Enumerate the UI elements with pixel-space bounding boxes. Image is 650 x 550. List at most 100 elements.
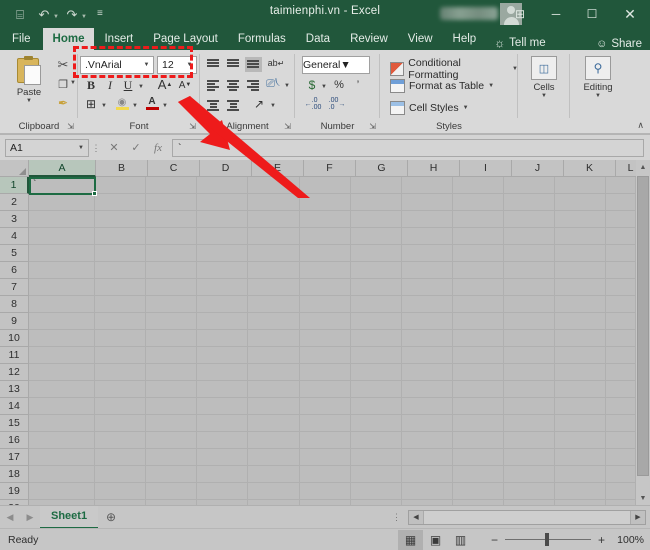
cell-J6[interactable] [504,262,556,279]
cell-H13[interactable] [401,381,453,398]
cell-A12[interactable] [29,364,95,381]
column-header-a[interactable]: A [29,160,96,177]
cell-K16[interactable] [555,432,607,449]
currency-button[interactable]: $ [305,77,319,93]
cell-I7[interactable] [452,279,505,296]
cell-A4[interactable] [29,228,95,245]
cell-C8[interactable] [146,296,198,313]
cells-button[interactable]: ◫ Cells ▼ [522,54,566,99]
customize-qat-icon[interactable]: ≡ [89,4,111,24]
cell-E8[interactable] [248,296,300,313]
cell-C4[interactable] [146,228,198,245]
decrease-decimal-button[interactable]: .00.0 → [327,96,347,112]
cell-K5[interactable] [555,245,607,262]
cell-B12[interactable] [94,364,147,381]
cell-H8[interactable] [401,296,453,313]
select-all-corner[interactable] [0,160,29,177]
cell-E14[interactable] [248,398,300,415]
number-format-combobox[interactable]: General ▼ [302,56,370,74]
cell-D18[interactable] [197,466,249,483]
cell-K10[interactable] [555,330,607,347]
cell-H1[interactable] [401,177,453,194]
cell-K13[interactable] [555,381,607,398]
cell-C2[interactable] [146,194,198,211]
cell-L14[interactable] [606,398,636,415]
column-header-b[interactable]: B [96,160,148,177]
cell-C6[interactable] [146,262,198,279]
row-header-1[interactable]: 1 [0,177,29,194]
zoom-slider[interactable] [505,533,591,546]
row-header-10[interactable]: 10 [0,330,29,347]
cell-E10[interactable] [248,330,300,347]
cell-F14[interactable] [299,398,351,415]
cell-G17[interactable] [350,449,402,466]
cell-L18[interactable] [606,466,636,483]
cell-C17[interactable] [146,449,198,466]
cell-K14[interactable] [555,398,607,415]
cell-H18[interactable] [401,466,453,483]
cell-A8[interactable] [29,296,95,313]
format-as-table-button[interactable]: Format as Table ▼ [390,79,494,93]
orientation-caret-icon[interactable]: ▼ [269,102,277,110]
cell-A13[interactable] [29,381,95,398]
cell-J5[interactable] [504,245,556,262]
cell-I9[interactable] [452,313,505,330]
cell-I3[interactable] [452,211,505,228]
row-header-13[interactable]: 13 [0,381,29,398]
cell-L4[interactable] [606,228,636,245]
cell-H4[interactable] [401,228,453,245]
fill-color-caret-icon[interactable]: ▼ [131,102,139,110]
cell-H3[interactable] [401,211,453,228]
cell-A10[interactable] [29,330,95,347]
cell-L17[interactable] [606,449,636,466]
cell-J2[interactable] [504,194,556,211]
paste-button[interactable]: Paste ▼ [8,54,50,104]
cell-G7[interactable] [350,279,402,296]
cell-K4[interactable] [555,228,607,245]
cell-C1[interactable] [146,177,198,194]
cell-G2[interactable] [350,194,402,211]
cell-D7[interactable] [197,279,249,296]
cell-J1[interactable] [504,177,556,194]
cell-B1[interactable] [94,177,147,194]
redo-dropdown-caret-icon[interactable]: ▼ [81,9,87,20]
cell-I5[interactable] [452,245,505,262]
cell-E6[interactable] [248,262,300,279]
cell-A11[interactable] [29,347,95,364]
cell-H15[interactable] [401,415,453,432]
cell-J13[interactable] [504,381,556,398]
cell-L16[interactable] [606,432,636,449]
cell-L2[interactable] [606,194,636,211]
cell-C13[interactable] [146,381,198,398]
conditional-formatting-button[interactable]: Conditional Formatting ▼ [390,57,518,81]
page-break-preview-button[interactable]: ▥ [448,530,473,550]
normal-view-button[interactable]: ▦ [398,529,423,550]
column-header-e[interactable]: E [252,160,304,177]
currency-caret-icon[interactable]: ▼ [320,83,328,91]
cell-K6[interactable] [555,262,607,279]
tab-review[interactable]: Review [340,28,398,50]
cell-D10[interactable] [197,330,249,347]
formula-input[interactable]: ` [172,138,644,157]
align-top-button[interactable] [205,57,222,72]
cell-H11[interactable] [401,347,453,364]
cell-L9[interactable] [606,313,636,330]
cell-K11[interactable] [555,347,607,364]
cell-J8[interactable] [504,296,556,313]
cell-I18[interactable] [452,466,505,483]
cell-B19[interactable] [94,483,147,500]
row-header-15[interactable]: 15 [0,415,29,432]
cell-K17[interactable] [555,449,607,466]
cell-J15[interactable] [504,415,556,432]
close-button[interactable]: ✕ [610,0,650,28]
cell-J17[interactable] [504,449,556,466]
row-header-12[interactable]: 12 [0,364,29,381]
cell-L13[interactable] [606,381,636,398]
tab-data[interactable]: Data [296,28,340,50]
cell-L10[interactable] [606,330,636,347]
cell-G19[interactable] [350,483,402,500]
cell-H14[interactable] [401,398,453,415]
row-header-7[interactable]: 7 [0,279,29,296]
cell-J11[interactable] [504,347,556,364]
scroll-down-button[interactable]: ▼ [636,491,650,505]
